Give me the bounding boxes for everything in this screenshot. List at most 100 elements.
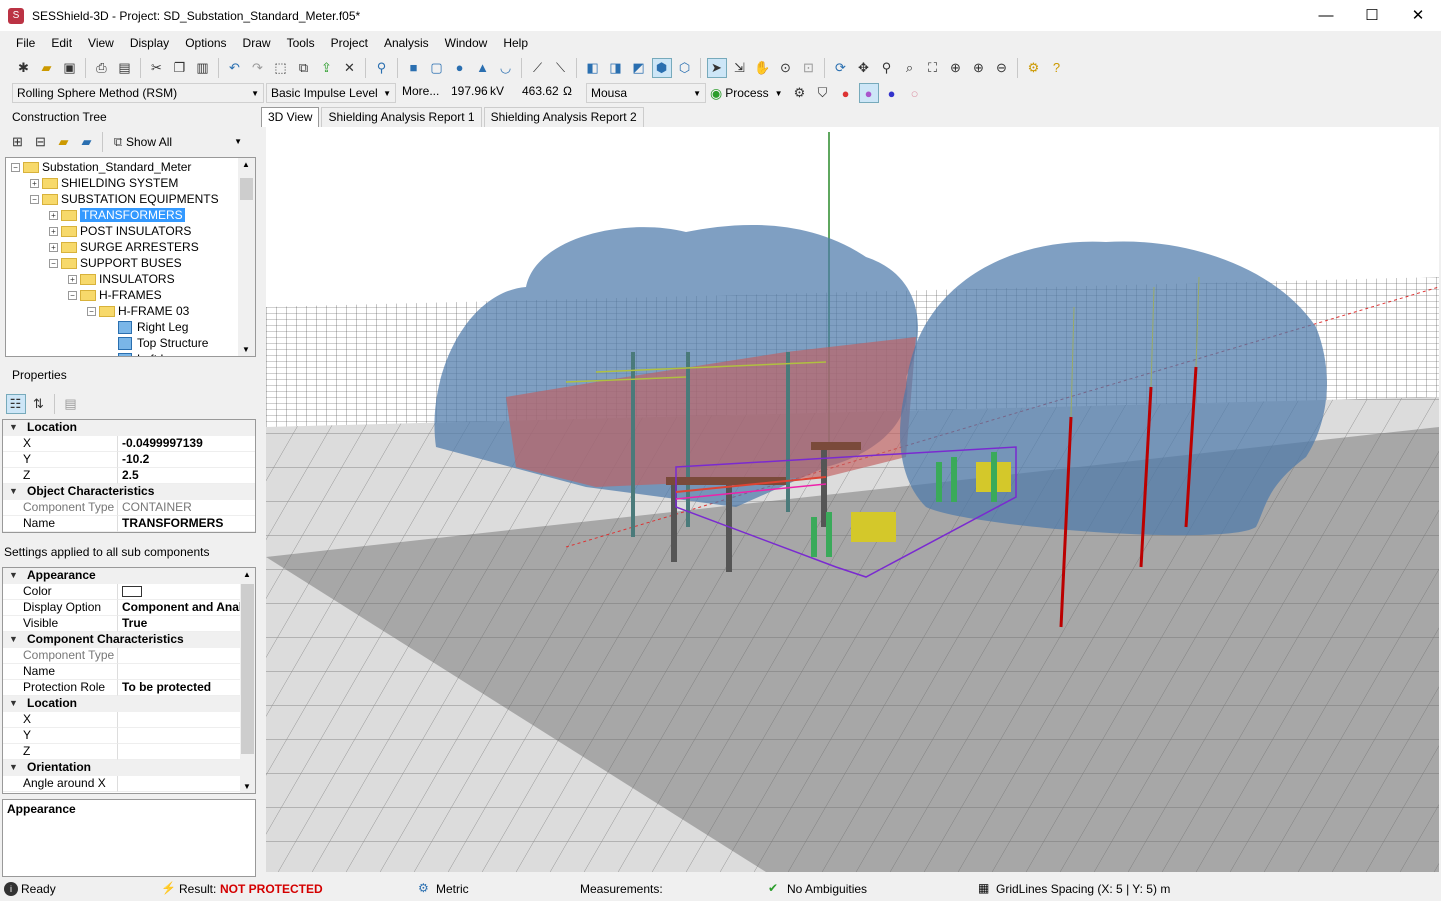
color-swatch[interactable] xyxy=(122,586,142,597)
expand-icon[interactable]: + xyxy=(68,274,77,284)
property-row[interactable]: Z xyxy=(3,744,255,760)
tab-shielding-report-2[interactable]: Shielding Analysis Report 2 xyxy=(483,107,644,127)
menu-window[interactable]: Window xyxy=(437,36,496,50)
property-row[interactable]: Angle around X xyxy=(3,776,255,792)
scroll-down-icon[interactable]: ▼ xyxy=(243,782,251,791)
curve-icon[interactable]: ◡ xyxy=(496,58,516,78)
tree-node[interactable]: − SUBSTATION EQUIPMENTS xyxy=(30,191,219,207)
property-category[interactable]: ▼ Object Characteristics xyxy=(3,484,255,500)
maximize-button[interactable]: ☐ xyxy=(1349,0,1395,31)
close-button[interactable]: ✕ xyxy=(1395,0,1441,31)
pan-hand-icon[interactable]: ✋ xyxy=(753,58,773,78)
zoom-fit-icon[interactable]: ⊡ xyxy=(799,58,819,78)
3d-viewport[interactable] xyxy=(266,127,1439,872)
property-value[interactable] xyxy=(118,584,255,600)
menu-options[interactable]: Options xyxy=(177,36,234,50)
ruler-icon[interactable]: ⟍ xyxy=(551,58,571,78)
settings-icon[interactable]: ⚙ xyxy=(1024,58,1044,78)
tree-node[interactable]: − SUPPORT BUSES xyxy=(49,255,182,271)
scroll-up-icon[interactable]: ▲ xyxy=(242,160,250,169)
property-row[interactable]: Visible True xyxy=(3,616,255,632)
property-category[interactable]: ▼ Location xyxy=(3,420,255,436)
categorized-icon[interactable]: ☷ xyxy=(5,394,26,414)
undo-icon[interactable]: ↶ xyxy=(225,58,245,78)
measure-icon[interactable]: ⟋ xyxy=(528,58,548,78)
collapse-icon[interactable]: ▼ xyxy=(9,634,18,644)
properties-grid[interactable]: ▼ Location X -0.0499997139 Y -10.2 Z 2.5 ▼ Object… xyxy=(2,419,256,533)
rotate-icon[interactable]: ⟳ xyxy=(831,58,851,78)
property-value[interactable] xyxy=(118,648,255,664)
print-icon[interactable]: ⎙ xyxy=(92,58,112,78)
menu-display[interactable]: Display xyxy=(122,36,177,50)
zoom-extents-icon[interactable]: ⛶ xyxy=(923,58,943,78)
collapse-icon[interactable]: ▼ xyxy=(9,486,18,496)
view-side-icon[interactable]: ◨ xyxy=(606,58,626,78)
property-row[interactable]: Z 2.5 xyxy=(3,468,255,484)
find-icon[interactable]: ⚲ xyxy=(372,58,392,78)
process-button[interactable]: ◉ Process ▼ xyxy=(710,83,783,103)
property-category[interactable]: ▼ Component Characteristics xyxy=(3,632,255,648)
tree-node[interactable]: Right Leg xyxy=(106,319,188,335)
collapse-icon[interactable]: ▼ xyxy=(9,570,18,580)
tree-node[interactable]: + TRANSFORMERS xyxy=(49,207,185,223)
expand-icon[interactable]: + xyxy=(49,226,58,236)
save-icon[interactable]: ▣ xyxy=(60,58,80,78)
zoom-window-icon[interactable]: ⌕ xyxy=(900,58,920,78)
view-iso-icon[interactable]: ⬢ xyxy=(651,57,672,78)
move-icon[interactable]: ✥ xyxy=(854,58,874,78)
property-row[interactable]: Name TRANSFORMERS xyxy=(3,516,255,532)
pointer-icon[interactable]: ➤ xyxy=(706,57,727,78)
level-select[interactable]: Basic Impulse Level ▼ xyxy=(266,83,396,103)
property-value[interactable]: -10.2 xyxy=(118,452,255,468)
kv-value[interactable]: 197.96 xyxy=(451,84,488,98)
new-file-icon[interactable]: ✱ xyxy=(14,58,34,78)
gear-icon[interactable]: ⚙ xyxy=(790,83,810,103)
select-items-icon[interactable]: ⇲ xyxy=(730,58,750,78)
redo-icon[interactable]: ↷ xyxy=(248,58,268,78)
property-row[interactable]: Component Type xyxy=(3,648,255,664)
zoom-all-icon[interactable]: ⊕ xyxy=(946,58,966,78)
tree-node[interactable]: + SHIELDING SYSTEM xyxy=(30,175,178,191)
view-front-icon[interactable]: ◧ xyxy=(583,58,603,78)
property-value[interactable]: To be protected xyxy=(118,680,255,696)
color-scheme-alt-icon[interactable]: ● xyxy=(858,83,879,103)
group-icon[interactable]: ⧉ xyxy=(294,58,314,78)
tree-node[interactable]: − H-FRAMES xyxy=(68,287,162,303)
box-shape-icon[interactable]: ■ xyxy=(404,58,424,78)
zoom-icon[interactable]: ⚲ xyxy=(877,58,897,78)
property-value[interactable] xyxy=(118,776,255,792)
menu-edit[interactable]: Edit xyxy=(43,36,80,50)
tree-node[interactable]: Left Leg xyxy=(106,351,180,356)
print-preview-icon[interactable]: ▤ xyxy=(115,58,135,78)
tree-node[interactable]: − H-FRAME 03 xyxy=(87,303,189,319)
tab-3d-view[interactable]: 3D View xyxy=(261,107,320,127)
property-row[interactable]: X xyxy=(3,712,255,728)
property-pages-icon[interactable]: ▤ xyxy=(61,394,81,414)
menu-draw[interactable]: Draw xyxy=(235,36,279,50)
menu-analysis[interactable]: Analysis xyxy=(376,36,437,50)
select-region-icon[interactable]: ⬚ xyxy=(271,58,291,78)
paste-icon[interactable]: ▥ xyxy=(193,58,213,78)
construction-tree[interactable]: − Substation_Standard_Meter + SHIELDING SYS… xyxy=(5,157,256,357)
scene-render[interactable] xyxy=(266,127,1439,872)
collapse-icon[interactable]: − xyxy=(30,194,39,204)
property-row[interactable]: Color xyxy=(3,584,255,600)
rounded-box-icon[interactable]: ▢ xyxy=(427,58,447,78)
export-icon[interactable]: ⇪ xyxy=(317,58,337,78)
sphere-icon[interactable]: ● xyxy=(450,58,470,78)
zoom-region-icon[interactable]: ⊙ xyxy=(776,58,796,78)
menu-view[interactable]: View xyxy=(80,36,122,50)
more-button[interactable]: More... xyxy=(402,84,439,98)
color-mix-icon[interactable]: ● xyxy=(882,83,902,103)
property-row[interactable]: Component Type CONTAINER xyxy=(3,500,255,516)
property-category[interactable]: ▼ Orientation xyxy=(3,760,255,776)
property-value[interactable] xyxy=(118,712,255,728)
new-folder-icon[interactable]: ▰ xyxy=(54,132,74,152)
property-row[interactable]: Display Option Component and Analysis xyxy=(3,600,255,616)
color-scheme-icon[interactable]: ● xyxy=(836,83,856,103)
property-category[interactable]: ▼ Location xyxy=(3,696,255,712)
property-value[interactable]: -0.0499997139 xyxy=(118,436,255,452)
property-value[interactable] xyxy=(118,728,255,744)
open-folder-icon[interactable]: ▰ xyxy=(37,58,57,78)
property-row[interactable]: X -0.0499997139 xyxy=(3,436,255,452)
